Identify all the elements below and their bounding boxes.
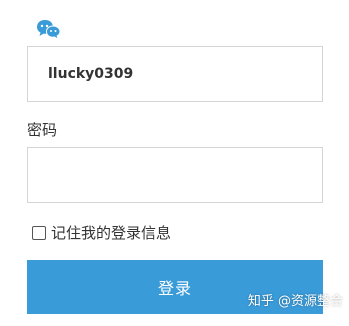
watermark-text: 知乎 @资源整合 [247,294,343,309]
password-label: 密码 [27,121,58,139]
username-input[interactable] [27,46,323,102]
speech-bubbles-icon [37,20,61,40]
remember-me-checkbox[interactable] [32,226,46,240]
password-input[interactable] [27,147,323,203]
login-page: 密码 记住我的登录信息 登录 知乎 @资源整合 [0,0,349,326]
remember-me-row[interactable]: 记住我的登录信息 [32,222,171,244]
remember-me-label: 记住我的登录信息 [51,224,172,242]
